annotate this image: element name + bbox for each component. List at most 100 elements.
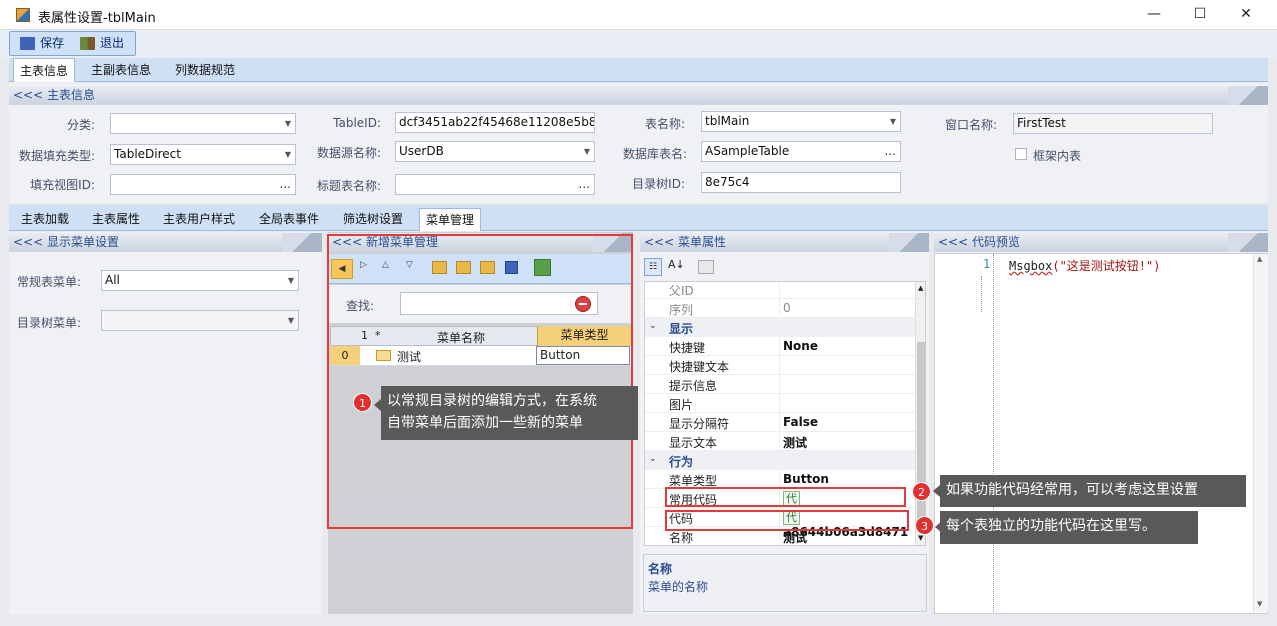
clear-search-icon[interactable]: [575, 296, 591, 312]
property-name: 菜单类型: [669, 474, 718, 488]
window-title: 表属性设置-tblMain: [38, 11, 156, 26]
property-value[interactable]: False: [783, 415, 818, 429]
property-row[interactable]: 序列 0: [645, 299, 917, 318]
property-value[interactable]: Button: [783, 472, 829, 486]
row-type[interactable]: Button: [536, 346, 630, 365]
property-row[interactable]: 快捷键文本: [645, 356, 917, 375]
maximize-button[interactable]: ☐: [1177, 0, 1223, 30]
nav-right-icon[interactable]: ▷: [360, 260, 367, 270]
datasource-select[interactable]: UserDB ▼: [395, 141, 595, 162]
grid-header-name[interactable]: 菜单名称: [437, 329, 485, 346]
code-badge-icon[interactable]: 代: [783, 510, 800, 525]
property-pages-icon[interactable]: [698, 260, 714, 274]
add-folder-icon[interactable]: [432, 261, 447, 274]
collapse-icon[interactable]: ⌄: [649, 321, 657, 331]
code-scrollbar[interactable]: ▲ ▼: [1253, 254, 1268, 612]
save-button[interactable]: 保存: [16, 32, 64, 55]
property-row[interactable]: 名称 测试: [645, 527, 917, 545]
refresh-icon[interactable]: [534, 259, 551, 276]
tab-filter-tree[interactable]: 筛选树设置: [337, 208, 409, 231]
tab-global-events[interactable]: 全局表事件: [253, 208, 325, 231]
collapse-icon[interactable]: ⌄: [649, 454, 657, 464]
dirtree-field[interactable]: 8e75c4: [701, 172, 901, 193]
close-button[interactable]: ✕: [1223, 0, 1269, 30]
callout-1-number: 1: [353, 393, 372, 412]
property-name: 快捷键: [669, 341, 706, 355]
add-child-icon[interactable]: [456, 261, 471, 274]
sort-alpha-icon[interactable]: A↓: [668, 258, 685, 271]
tab-main-props[interactable]: 主表属性: [86, 208, 146, 231]
chevron-down-icon: ▼: [889, 117, 896, 126]
exit-button[interactable]: 退出: [76, 32, 124, 55]
minimize-button[interactable]: —: [1131, 0, 1177, 30]
column-divider: [779, 356, 780, 375]
code-editor[interactable]: 1 Msgbox("这是测试按钮!") ▲ ▼: [934, 253, 1268, 614]
tableid-field[interactable]: dcf3451ab22f45468e11208e5b849: [395, 112, 595, 133]
column-divider: [779, 337, 780, 356]
property-name: 代码: [669, 512, 694, 526]
delete-folder-icon[interactable]: [480, 261, 495, 274]
chevron-down-icon: ▼: [284, 119, 291, 128]
category-select[interactable]: ▼: [110, 113, 296, 134]
tab-user-style[interactable]: 主表用户样式: [157, 208, 241, 231]
db-table-label: 数据库表名:: [622, 147, 687, 161]
window-name-field[interactable]: FirstTest: [1013, 113, 1213, 134]
chevron-down-icon: ▼: [287, 276, 294, 285]
code-arg: ("这是测试按钮!"): [1052, 259, 1161, 273]
search-input[interactable]: [400, 292, 598, 315]
dirtree-label: 目录树ID:: [632, 177, 685, 191]
property-value[interactable]: 0: [783, 301, 791, 315]
fill-type-label: 数据填充类型:: [18, 149, 95, 163]
exit-icon: [80, 37, 95, 50]
property-row[interactable]: 显示分隔符 False: [645, 413, 917, 432]
property-row[interactable]: 图片: [645, 394, 917, 413]
nav-left-icon[interactable]: ◀: [331, 259, 353, 279]
move-up-icon[interactable]: △: [382, 260, 389, 270]
regular-menu-select[interactable]: All ▼: [101, 270, 299, 291]
property-row[interactable]: 代码 代a8644b06a3d8471: [645, 508, 917, 539]
code-preview-header: <<< 代码预览: [934, 233, 1268, 252]
scroll-up-icon[interactable]: ▲: [918, 284, 923, 292]
callout-1-line1: 以常规目录树的编辑方式，在系统: [387, 393, 597, 409]
property-value[interactable]: 代: [783, 491, 804, 506]
property-category[interactable]: ⌄ 显示: [645, 318, 917, 337]
fill-type-select[interactable]: TableDirect ▼: [110, 144, 296, 165]
scroll-down-icon[interactable]: ▼: [1257, 600, 1262, 608]
tab-menu-manage[interactable]: 菜单管理: [419, 208, 482, 231]
property-row[interactable]: 父ID: [645, 282, 917, 299]
tablename-select[interactable]: tblMain ▼: [701, 111, 901, 132]
title-table-field[interactable]: ...: [395, 174, 595, 195]
title-table-label: 标题表名称:: [316, 179, 381, 193]
move-down-icon[interactable]: ▽: [406, 260, 413, 270]
grid-header-type[interactable]: 菜单类型: [537, 326, 631, 346]
property-value[interactable]: None: [783, 339, 818, 353]
code-badge-icon[interactable]: 代: [783, 491, 800, 506]
property-row[interactable]: 显示文本 测试: [645, 432, 917, 451]
scroll-down-icon[interactable]: ▼: [918, 534, 923, 542]
tab-column-spec[interactable]: 列数据规范: [169, 58, 241, 82]
property-row[interactable]: 常用代码 代: [645, 489, 917, 508]
tab-main-sub-info[interactable]: 主副表信息: [85, 58, 157, 82]
property-row[interactable]: 提示信息: [645, 375, 917, 394]
property-value[interactable]: 测试: [783, 434, 807, 451]
tree-menu-select[interactable]: ▼: [101, 310, 299, 331]
category-label: 分类:: [66, 118, 95, 132]
save-icon[interactable]: [505, 261, 518, 274]
table-row[interactable]: 0 测试 Button: [330, 346, 631, 366]
column-divider: [779, 282, 780, 299]
property-row[interactable]: 菜单类型 Button: [645, 470, 917, 489]
datasource-label: 数据源名称:: [316, 146, 381, 160]
tab-main-info[interactable]: 主表信息: [13, 58, 76, 82]
property-scrollbar[interactable]: ▲ ▼: [915, 282, 925, 545]
property-category[interactable]: ⌄ 行为: [645, 451, 917, 470]
frame-table-checkbox[interactable]: [1015, 148, 1027, 160]
column-divider: [779, 508, 780, 527]
categorized-icon[interactable]: ☷: [644, 258, 662, 276]
property-value[interactable]: 测试: [783, 529, 807, 545]
tab-main-load[interactable]: 主表加载: [15, 208, 75, 231]
scroll-up-icon[interactable]: ▲: [1257, 255, 1262, 263]
property-row[interactable]: 快捷键 None: [645, 337, 917, 356]
db-table-field[interactable]: ASampleTable...: [701, 141, 901, 162]
row-name[interactable]: 测试: [397, 348, 421, 365]
fill-view-field[interactable]: ...: [110, 174, 296, 195]
